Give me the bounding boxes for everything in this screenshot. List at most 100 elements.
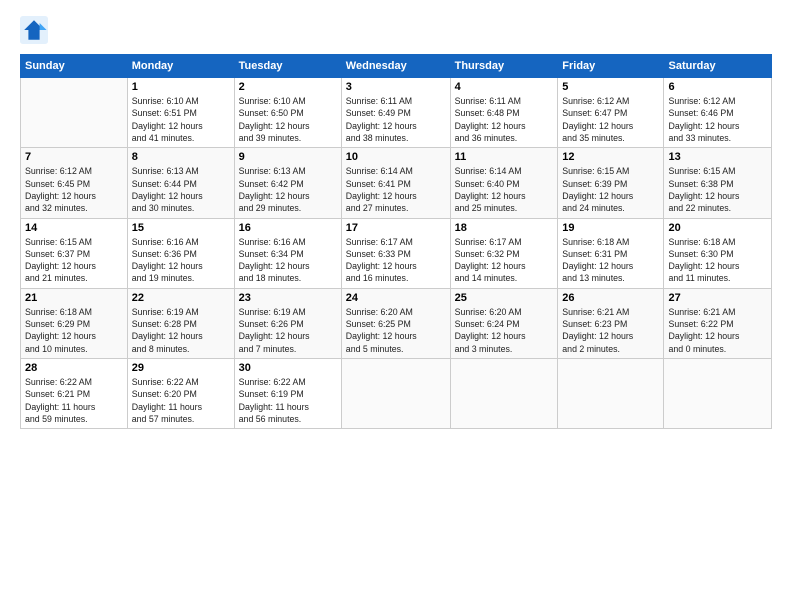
day-cell: 1 Sunrise: 6:10 AM Sunset: 6:51 PM Daylig…: [127, 78, 234, 148]
day-cell: 25 Sunrise: 6:20 AM Sunset: 6:24 PM Dayli…: [450, 288, 558, 358]
day-number: 24: [346, 292, 446, 304]
day-number: 9: [239, 151, 337, 163]
day-cell: 17 Sunrise: 6:17 AM Sunset: 6:33 PM Dayli…: [341, 218, 450, 288]
day-cell: 16Sunrise: 6:16 AM Sunset: 6:34 PM Dayli…: [234, 218, 341, 288]
day-cell: 28Sunrise: 6:22 AM Sunset: 6:21 PM Dayli…: [21, 359, 128, 429]
day-cell: 2 Sunrise: 6:10 AM Sunset: 6:50 PM Daylig…: [234, 78, 341, 148]
day-cell: 14Sunrise: 6:15 AM Sunset: 6:37 PM Dayli…: [21, 218, 128, 288]
day-info: Sunrise: 6:20 AM Sunset: 6:24 PM Dayligh…: [455, 306, 554, 355]
day-number: 17: [346, 222, 446, 234]
day-cell: [341, 359, 450, 429]
day-cell: 5 Sunrise: 6:12 AM Sunset: 6:47 PM Daylig…: [558, 78, 664, 148]
week-row-0: 1 Sunrise: 6:10 AM Sunset: 6:51 PM Daylig…: [21, 78, 772, 148]
day-number: 6: [668, 81, 767, 93]
day-cell: 8 Sunrise: 6:13 AM Sunset: 6:44 PM Daylig…: [127, 148, 234, 218]
day-info: Sunrise: 6:18 AM Sunset: 6:29 PM Dayligh…: [25, 306, 123, 355]
day-info: Sunrise: 6:14 AM Sunset: 6:41 PM Dayligh…: [346, 165, 446, 214]
day-cell: [558, 359, 664, 429]
day-info: Sunrise: 6:21 AM Sunset: 6:22 PM Dayligh…: [668, 306, 767, 355]
day-cell: [664, 359, 772, 429]
day-number: 1: [132, 81, 230, 93]
day-number: 23: [239, 292, 337, 304]
day-info: Sunrise: 6:15 AM Sunset: 6:37 PM Dayligh…: [25, 236, 123, 285]
day-info: Sunrise: 6:17 AM Sunset: 6:33 PM Dayligh…: [346, 236, 446, 285]
day-info: Sunrise: 6:10 AM Sunset: 6:51 PM Dayligh…: [132, 95, 230, 144]
day-cell: 23 Sunrise: 6:19 AM Sunset: 6:26 PM Dayli…: [234, 288, 341, 358]
day-info: Sunrise: 6:19 AM Sunset: 6:28 PM Dayligh…: [132, 306, 230, 355]
day-info: Sunrise: 6:18 AM Sunset: 6:31 PM Dayligh…: [562, 236, 659, 285]
header-cell-thursday: Thursday: [450, 55, 558, 78]
day-info: Sunrise: 6:20 AM Sunset: 6:25 PM Dayligh…: [346, 306, 446, 355]
day-number: 16: [239, 222, 337, 234]
day-cell: 27 Sunrise: 6:21 AM Sunset: 6:22 PM Dayli…: [664, 288, 772, 358]
day-number: 12: [562, 151, 659, 163]
header-cell-monday: Monday: [127, 55, 234, 78]
header-cell-saturday: Saturday: [664, 55, 772, 78]
day-number: 25: [455, 292, 554, 304]
header-cell-sunday: Sunday: [21, 55, 128, 78]
day-info: Sunrise: 6:22 AM Sunset: 6:21 PM Dayligh…: [25, 376, 123, 425]
day-number: 3: [346, 81, 446, 93]
day-info: Sunrise: 6:17 AM Sunset: 6:32 PM Dayligh…: [455, 236, 554, 285]
day-number: 26: [562, 292, 659, 304]
day-number: 20: [668, 222, 767, 234]
day-info: Sunrise: 6:13 AM Sunset: 6:44 PM Dayligh…: [132, 165, 230, 214]
day-number: 8: [132, 151, 230, 163]
day-info: Sunrise: 6:12 AM Sunset: 6:46 PM Dayligh…: [668, 95, 767, 144]
logo: [20, 16, 50, 44]
day-number: 10: [346, 151, 446, 163]
day-cell: 26 Sunrise: 6:21 AM Sunset: 6:23 PM Dayli…: [558, 288, 664, 358]
day-info: Sunrise: 6:12 AM Sunset: 6:45 PM Dayligh…: [25, 165, 123, 214]
day-info: Sunrise: 6:10 AM Sunset: 6:50 PM Dayligh…: [239, 95, 337, 144]
calendar-table: SundayMondayTuesdayWednesdayThursdayFrid…: [20, 54, 772, 429]
day-cell: 22 Sunrise: 6:19 AM Sunset: 6:28 PM Dayli…: [127, 288, 234, 358]
day-number: 2: [239, 81, 337, 93]
calendar-header-row: SundayMondayTuesdayWednesdayThursdayFrid…: [21, 55, 772, 78]
week-row-3: 21 Sunrise: 6:18 AM Sunset: 6:29 PM Dayli…: [21, 288, 772, 358]
header: [20, 16, 772, 44]
header-cell-wednesday: Wednesday: [341, 55, 450, 78]
day-number: 15: [132, 222, 230, 234]
day-info: Sunrise: 6:22 AM Sunset: 6:20 PM Dayligh…: [132, 376, 230, 425]
week-row-1: 7Sunrise: 6:12 AM Sunset: 6:45 PM Daylig…: [21, 148, 772, 218]
day-cell: 13 Sunrise: 6:15 AM Sunset: 6:38 PM Dayli…: [664, 148, 772, 218]
day-cell: 4Sunrise: 6:11 AM Sunset: 6:48 PM Daylig…: [450, 78, 558, 148]
day-number: 13: [668, 151, 767, 163]
day-number: 22: [132, 292, 230, 304]
day-info: Sunrise: 6:21 AM Sunset: 6:23 PM Dayligh…: [562, 306, 659, 355]
day-cell: 24 Sunrise: 6:20 AM Sunset: 6:25 PM Dayli…: [341, 288, 450, 358]
day-info: Sunrise: 6:11 AM Sunset: 6:49 PM Dayligh…: [346, 95, 446, 144]
day-cell: 11 Sunrise: 6:14 AM Sunset: 6:40 PM Dayli…: [450, 148, 558, 218]
day-cell: [21, 78, 128, 148]
day-number: 19: [562, 222, 659, 234]
day-info: Sunrise: 6:15 AM Sunset: 6:39 PM Dayligh…: [562, 165, 659, 214]
day-number: 18: [455, 222, 554, 234]
day-info: Sunrise: 6:13 AM Sunset: 6:42 PM Dayligh…: [239, 165, 337, 214]
week-row-2: 14Sunrise: 6:15 AM Sunset: 6:37 PM Dayli…: [21, 218, 772, 288]
day-number: 30: [239, 362, 337, 374]
day-cell: 20 Sunrise: 6:18 AM Sunset: 6:30 PM Dayli…: [664, 218, 772, 288]
day-number: 11: [455, 151, 554, 163]
page: SundayMondayTuesdayWednesdayThursdayFrid…: [0, 0, 792, 612]
header-cell-tuesday: Tuesday: [234, 55, 341, 78]
day-number: 5: [562, 81, 659, 93]
day-info: Sunrise: 6:14 AM Sunset: 6:40 PM Dayligh…: [455, 165, 554, 214]
day-cell: 6 Sunrise: 6:12 AM Sunset: 6:46 PM Daylig…: [664, 78, 772, 148]
week-row-4: 28Sunrise: 6:22 AM Sunset: 6:21 PM Dayli…: [21, 359, 772, 429]
day-info: Sunrise: 6:19 AM Sunset: 6:26 PM Dayligh…: [239, 306, 337, 355]
day-cell: 18 Sunrise: 6:17 AM Sunset: 6:32 PM Dayli…: [450, 218, 558, 288]
day-info: Sunrise: 6:22 AM Sunset: 6:19 PM Dayligh…: [239, 376, 337, 425]
day-info: Sunrise: 6:15 AM Sunset: 6:38 PM Dayligh…: [668, 165, 767, 214]
day-number: 21: [25, 292, 123, 304]
day-cell: 19 Sunrise: 6:18 AM Sunset: 6:31 PM Dayli…: [558, 218, 664, 288]
day-number: 29: [132, 362, 230, 374]
day-info: Sunrise: 6:11 AM Sunset: 6:48 PM Dayligh…: [455, 95, 554, 144]
day-number: 27: [668, 292, 767, 304]
day-info: Sunrise: 6:12 AM Sunset: 6:47 PM Dayligh…: [562, 95, 659, 144]
header-cell-friday: Friday: [558, 55, 664, 78]
day-cell: 12 Sunrise: 6:15 AM Sunset: 6:39 PM Dayli…: [558, 148, 664, 218]
day-cell: 30 Sunrise: 6:22 AM Sunset: 6:19 PM Dayli…: [234, 359, 341, 429]
day-cell: 7Sunrise: 6:12 AM Sunset: 6:45 PM Daylig…: [21, 148, 128, 218]
day-info: Sunrise: 6:18 AM Sunset: 6:30 PM Dayligh…: [668, 236, 767, 285]
day-cell: 3 Sunrise: 6:11 AM Sunset: 6:49 PM Daylig…: [341, 78, 450, 148]
